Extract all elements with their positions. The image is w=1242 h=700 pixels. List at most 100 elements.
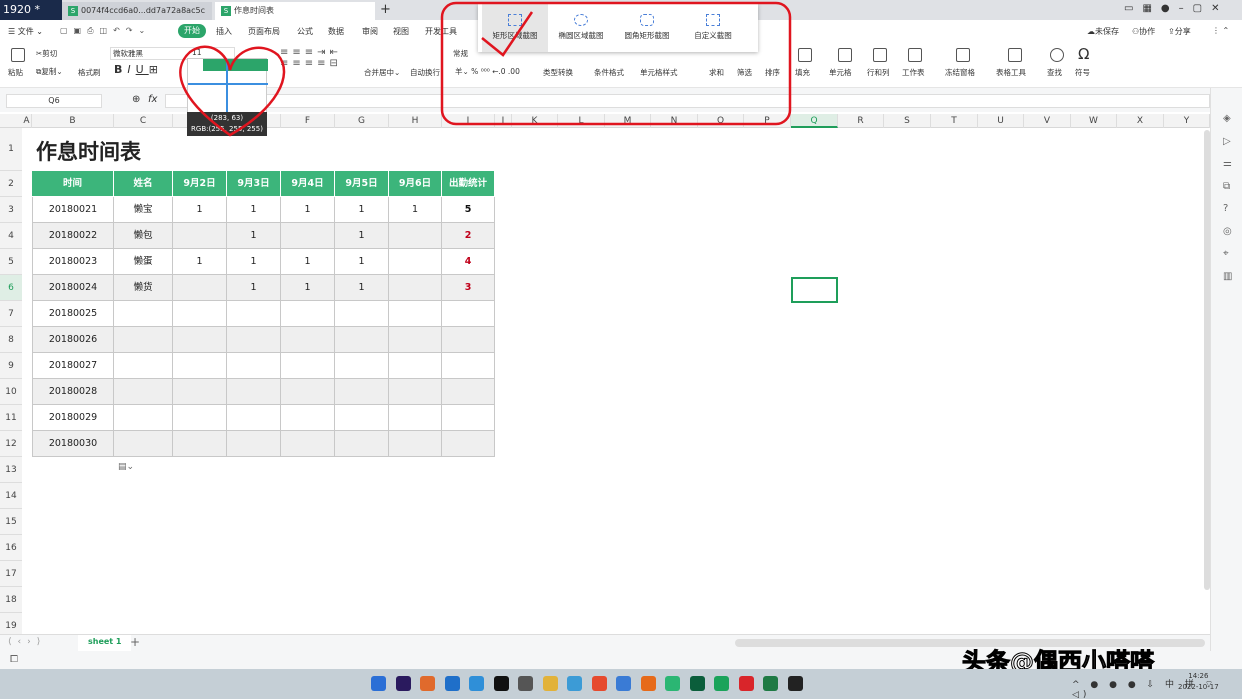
row-header-3[interactable]: 3 xyxy=(0,197,22,223)
taskbar-app-icon[interactable] xyxy=(493,676,509,691)
table-cell[interactable] xyxy=(335,327,389,353)
column-header-V[interactable]: V xyxy=(1024,114,1071,128)
menu-review[interactable]: 审阅 xyxy=(362,26,378,37)
screenshot-option-3[interactable]: 圆角矩形截图 xyxy=(614,4,680,52)
copy-button[interactable]: ⧉复制⌄ xyxy=(36,66,63,77)
table-cell[interactable] xyxy=(227,301,281,327)
taskbar-app-icon[interactable] xyxy=(689,676,705,691)
table-cell[interactable] xyxy=(173,275,227,301)
table-cell[interactable] xyxy=(281,327,335,353)
taskbar-app-icon[interactable] xyxy=(444,676,460,691)
font-size-select[interactable]: 11 xyxy=(192,48,202,57)
table-header-cell[interactable]: 9月3日 xyxy=(227,171,281,197)
table-cell[interactable]: 1 xyxy=(227,275,281,301)
table-cell[interactable] xyxy=(389,249,442,275)
row-header-10[interactable]: 10 xyxy=(0,379,22,405)
table-cell[interactable]: 20180023 xyxy=(32,249,114,275)
column-header-C[interactable]: C xyxy=(114,114,173,128)
column-header-X[interactable]: X xyxy=(1117,114,1164,128)
sum-button[interactable]: 求和 xyxy=(709,67,724,78)
table-cell[interactable]: 1 xyxy=(173,197,227,223)
table-cell[interactable] xyxy=(442,431,495,457)
table-header-cell[interactable]: 9月6日 xyxy=(389,171,442,197)
new-tab-button[interactable]: + xyxy=(380,2,391,17)
column-header-J[interactable]: J xyxy=(495,114,512,128)
window-controls[interactable]: ▭▦●–▢✕ xyxy=(1124,3,1228,14)
column-header-B[interactable]: B xyxy=(32,114,114,128)
currency-button[interactable]: 羊⌄ % ⁰⁰⁰ ←.0 .00 xyxy=(455,66,520,77)
column-header-P[interactable]: P xyxy=(744,114,791,128)
table-cell[interactable] xyxy=(389,327,442,353)
tab-document-1[interactable]: S 0074f4ccd6a0...dd7a72a8ac5c xyxy=(62,2,212,20)
table-cell[interactable]: 懒宝 xyxy=(114,197,173,223)
menu-data[interactable]: 数据 xyxy=(328,26,344,37)
table-cell[interactable] xyxy=(389,431,442,457)
table-cell[interactable] xyxy=(335,405,389,431)
table-cell[interactable] xyxy=(281,301,335,327)
column-header-G[interactable]: G xyxy=(335,114,389,128)
table-cell[interactable]: 懒蛋 xyxy=(114,249,173,275)
table-cell[interactable] xyxy=(227,379,281,405)
quick-access-toolbar[interactable]: ▢▣⎙◫↶↷⌄ xyxy=(60,26,151,36)
row-header-13[interactable]: 13 xyxy=(0,457,22,483)
menu-insert[interactable]: 插入 xyxy=(216,26,232,37)
table-header-cell[interactable]: 9月2日 xyxy=(173,171,227,197)
table-cell[interactable]: 1 xyxy=(335,223,389,249)
column-header-U[interactable]: U xyxy=(978,114,1024,128)
taskbar-app-icon[interactable] xyxy=(469,676,484,691)
row-header-11[interactable]: 11 xyxy=(0,405,22,431)
table-cell[interactable] xyxy=(442,301,495,327)
table-cell[interactable]: 懒货 xyxy=(114,275,173,301)
table-cell[interactable]: 20180022 xyxy=(32,223,114,249)
table-cell[interactable] xyxy=(442,379,495,405)
sheet-tab-1[interactable]: sheet 1 xyxy=(78,635,132,651)
table-cell[interactable]: 20180026 xyxy=(32,327,114,353)
menu-view[interactable]: 视图 xyxy=(393,26,409,37)
row-header-14[interactable]: 14 xyxy=(0,483,22,509)
table-cell[interactable] xyxy=(114,301,173,327)
row-header-4[interactable]: 4 xyxy=(0,223,22,249)
find-button[interactable]: 查找 xyxy=(1047,67,1062,78)
row-header-16[interactable]: 16 xyxy=(0,535,22,561)
table-cell[interactable] xyxy=(227,353,281,379)
table-cell[interactable]: 1 xyxy=(281,249,335,275)
taskbar-app-icon[interactable] xyxy=(420,676,435,691)
table-cell[interactable] xyxy=(173,327,227,353)
tab-document-2[interactable]: S作息时间表1● xyxy=(215,2,375,33)
menu-file[interactable]: ☰ 文件 ⌄ xyxy=(8,26,43,37)
freeze-button[interactable]: 冻结窗格 xyxy=(945,67,975,78)
table-cell[interactable] xyxy=(227,405,281,431)
table-cell[interactable] xyxy=(335,301,389,327)
column-header-I[interactable]: I xyxy=(442,114,495,128)
table-cell[interactable] xyxy=(389,405,442,431)
table-cell[interactable]: 1 xyxy=(227,197,281,223)
column-header-O[interactable]: O xyxy=(698,114,744,128)
column-header-R[interactable]: R xyxy=(838,114,884,128)
wrap-text-button[interactable]: 自动换行 xyxy=(410,67,440,78)
name-box[interactable]: Q6 xyxy=(6,94,102,108)
row-header-8[interactable]: 8 xyxy=(0,327,22,353)
row-header-15[interactable]: 15 xyxy=(0,509,22,535)
menu-formula[interactable]: 公式 xyxy=(297,26,313,37)
table-cell[interactable] xyxy=(281,431,335,457)
table-header-cell[interactable]: 时间 xyxy=(32,171,114,197)
table-cell[interactable] xyxy=(389,275,442,301)
table-tools-button[interactable]: 表格工具 xyxy=(996,67,1026,78)
column-header-F[interactable]: F xyxy=(281,114,335,128)
cell-style-button[interactable]: 单元格样式 xyxy=(640,67,678,78)
vertical-scrollbar[interactable] xyxy=(1204,130,1210,590)
row-header-2[interactable]: 2 xyxy=(0,171,22,197)
filter-button[interactable]: 筛选 xyxy=(737,67,752,78)
table-cell[interactable] xyxy=(173,431,227,457)
table-header-cell[interactable]: 姓名 xyxy=(114,171,173,197)
row-col-button[interactable]: 行和列 xyxy=(867,67,890,78)
symbol-button[interactable]: 符号 xyxy=(1075,67,1090,78)
zoom-icon[interactable]: ⊕ xyxy=(132,94,140,105)
table-header-cell[interactable]: 出勤统计 xyxy=(442,171,495,197)
row-header-7[interactable]: 7 xyxy=(0,301,22,327)
taskbar-app-icon[interactable] xyxy=(738,676,754,691)
table-cell[interactable]: 2 xyxy=(442,223,495,249)
table-cell[interactable] xyxy=(389,301,442,327)
table-cell[interactable] xyxy=(389,379,442,405)
table-cell[interactable] xyxy=(281,223,335,249)
